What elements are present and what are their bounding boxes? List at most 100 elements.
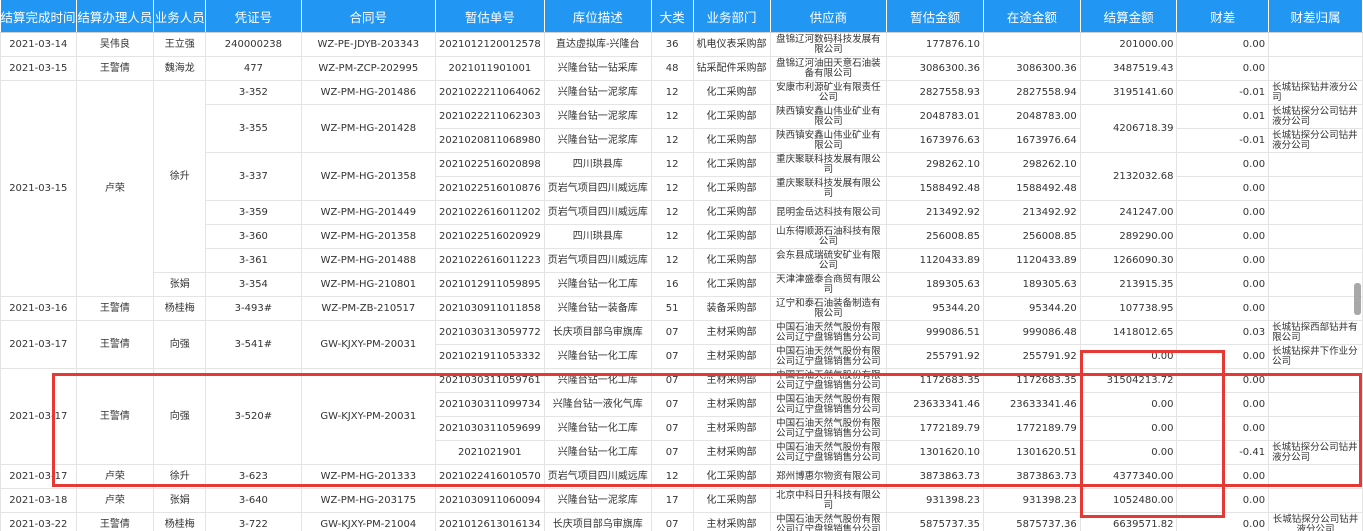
table-row: 3-359 WZ-PM-HG-201449 2021022616011202 页… bbox=[1, 200, 1363, 225]
col-header-est-no[interactable]: 暂估单号 bbox=[435, 0, 545, 33]
cell-diff-owner bbox=[1268, 416, 1363, 441]
cell-category: 07 bbox=[650, 512, 694, 531]
cell-diff-owner bbox=[1268, 296, 1363, 321]
cell-voucher: 3-355 bbox=[205, 104, 302, 153]
cell-staff: 杨桂梅 bbox=[153, 296, 207, 321]
cell-est-amount: 1301620.10 bbox=[886, 440, 985, 465]
cell-est-amount: 298262.10 bbox=[886, 152, 985, 177]
col-header-dept[interactable]: 业务部门 bbox=[693, 0, 771, 33]
col-header-supplier[interactable]: 供应商 bbox=[770, 0, 888, 33]
cell-category: 07 bbox=[650, 440, 694, 465]
col-header-transit-amount[interactable]: 在途金额 bbox=[983, 0, 1081, 33]
cell-location: 页岩气项目四川威远库 bbox=[543, 464, 652, 489]
cell-est-amount: 1120433.89 bbox=[886, 248, 985, 273]
cell-est-amount: 255791.92 bbox=[886, 344, 985, 369]
col-header-est-amount[interactable]: 暂估金额 bbox=[886, 0, 985, 33]
cell-transit-amount: 95344.20 bbox=[983, 296, 1081, 321]
cell-transit-amount: 3873863.73 bbox=[983, 464, 1081, 489]
cell-est-no: 2021020811068980 bbox=[434, 128, 545, 153]
cell-transit-amount: 1673976.64 bbox=[983, 128, 1081, 153]
col-header-settle-amount[interactable]: 结算金额 bbox=[1080, 0, 1178, 33]
cell-handler: 吴伟良 bbox=[75, 32, 155, 57]
cell-est-amount: 3086300.36 bbox=[886, 56, 985, 81]
cell-category: 07 bbox=[650, 320, 694, 345]
col-header-diff[interactable]: 财差 bbox=[1176, 0, 1270, 33]
col-header-diff-owner[interactable]: 财差归属 bbox=[1268, 0, 1363, 33]
col-header-handler[interactable]: 结算办理人员 bbox=[76, 0, 155, 33]
cell-est-amount: 999086.51 bbox=[886, 320, 985, 345]
col-header-location[interactable]: 库位描述 bbox=[544, 0, 652, 33]
cell-est-no: 2021021911053332 bbox=[434, 344, 545, 369]
cell-dept: 主材采购部 bbox=[692, 344, 771, 369]
cell-contract: GW-KJXY-PM-20031 bbox=[300, 368, 436, 465]
cell-location: 兴隆台钻一钻采库 bbox=[543, 56, 652, 81]
table-row: 2021-03-15 卢荣 徐升 3-352 WZ-PM-HG-201486 2… bbox=[0, 80, 1363, 297]
cell-handler: 王警倩 bbox=[75, 368, 155, 465]
cell-location: 兴隆台钻一化工库 bbox=[543, 416, 652, 441]
cell-category: 16 bbox=[650, 272, 694, 297]
cell-diff-owner: 长城钻探分公司钻井液分公司 bbox=[1268, 104, 1363, 129]
cell-diff-owner bbox=[1268, 32, 1363, 57]
cell-transit-amount: 298262.10 bbox=[983, 152, 1081, 177]
cell-est-no: 2021011901001 bbox=[434, 56, 545, 81]
cell-location: 兴隆台钻一装备库 bbox=[543, 296, 652, 321]
cell-date: 2021-03-17 bbox=[0, 464, 77, 489]
cell-category: 12 bbox=[650, 176, 694, 201]
col-header-voucher[interactable]: 凭证号 bbox=[205, 0, 302, 33]
cell-diff: 0.00 bbox=[1176, 392, 1270, 417]
cell-transit-amount: 2827558.94 bbox=[983, 80, 1081, 105]
cell-supplier: 盘锦辽河数码科技发展有限公司 bbox=[769, 32, 888, 57]
cell-settle-amount: 289290.00 bbox=[1079, 224, 1178, 249]
cell-transit-amount: 1772189.79 bbox=[983, 416, 1081, 441]
col-header-contract[interactable]: 合同号 bbox=[301, 0, 436, 33]
cell-location: 兴隆台钻一化工库 bbox=[543, 344, 652, 369]
cell-supplier: 昆明金岳达科技有限公司 bbox=[769, 200, 888, 225]
cell-settle-amount: 0.00 bbox=[1079, 416, 1178, 441]
cell-diff: -0.41 bbox=[1176, 440, 1270, 465]
cell-supplier: 山东得顺源石油科技有限公司 bbox=[769, 224, 888, 249]
col-header-category[interactable]: 大类 bbox=[651, 0, 694, 33]
cell-voucher: 3-359 bbox=[205, 200, 302, 225]
cell-staff: 向强 bbox=[153, 320, 207, 369]
cell-settle-amount: 213915.35 bbox=[1079, 272, 1178, 297]
cell-diff: 0.00 bbox=[1176, 32, 1270, 57]
cell-voucher: 3-352 bbox=[205, 80, 302, 105]
cell-voucher: 3-640 bbox=[205, 488, 302, 513]
cell-dept: 化工采购部 bbox=[692, 176, 771, 201]
cell-supplier: 中国石油天然气股份有限公司辽宁盘锦销售分公司 bbox=[769, 392, 888, 417]
cell-staff: 张娟 bbox=[153, 488, 207, 513]
cell-handler: 卢荣 bbox=[75, 488, 155, 513]
cell-staff: 王立强 bbox=[153, 32, 207, 57]
cell-settle-amount: 2132032.68 bbox=[1079, 152, 1178, 201]
cell-location: 兴隆台钻一液化气库 bbox=[543, 392, 652, 417]
cell-est-no: 2021012613016134 bbox=[434, 512, 545, 531]
cell-diff: 0.00 bbox=[1176, 368, 1270, 393]
cell-est-no: 2021021901 bbox=[434, 440, 545, 465]
cell-dept: 化工采购部 bbox=[692, 488, 771, 513]
vertical-scrollbar-thumb[interactable] bbox=[1354, 283, 1361, 315]
cell-contract: GW-KJXY-PM-21004 bbox=[300, 512, 436, 531]
cell-est-amount: 2048783.01 bbox=[886, 104, 985, 129]
cell-supplier: 盘锦辽河油田天意石油装备有限公司 bbox=[769, 56, 888, 81]
col-header-settle-date[interactable]: 结算完成时间 bbox=[0, 0, 77, 33]
cell-category: 07 bbox=[650, 416, 694, 441]
cell-category: 07 bbox=[650, 368, 694, 393]
cell-est-amount: 1673976.63 bbox=[886, 128, 985, 153]
cell-est-no: 2021022616011202 bbox=[434, 200, 545, 225]
table-row: 2021-03-17 卢荣 徐升 3-623 WZ-PM-HG-201333 2… bbox=[0, 464, 1363, 489]
cell-settle-amount: 201000.00 bbox=[1079, 32, 1178, 57]
cell-handler: 王警倩 bbox=[75, 56, 155, 81]
cell-dept: 化工采购部 bbox=[692, 152, 771, 177]
cell-staff: 魏海龙 bbox=[153, 56, 207, 81]
cell-handler: 卢荣 bbox=[75, 80, 155, 297]
cell-voucher: 3-493# bbox=[205, 296, 302, 321]
cell-diff-owner: 长城钻探井下作业分公司 bbox=[1268, 344, 1363, 369]
cell-diff: 0.00 bbox=[1176, 200, 1270, 225]
cell-contract: WZ-PM-HG-201488 bbox=[300, 248, 436, 273]
table-row: 2021-03-18 卢荣 张娟 3-640 WZ-PM-HG-203175 2… bbox=[0, 488, 1363, 513]
cell-staff: 杨桂梅 bbox=[153, 512, 207, 531]
col-header-staff[interactable]: 业务人员 bbox=[153, 0, 207, 33]
cell-est-no: 2021030313059772 bbox=[434, 320, 545, 345]
cell-est-no: 2021022211064062 bbox=[434, 80, 545, 105]
cell-settle-amount: 3487519.43 bbox=[1079, 56, 1178, 81]
